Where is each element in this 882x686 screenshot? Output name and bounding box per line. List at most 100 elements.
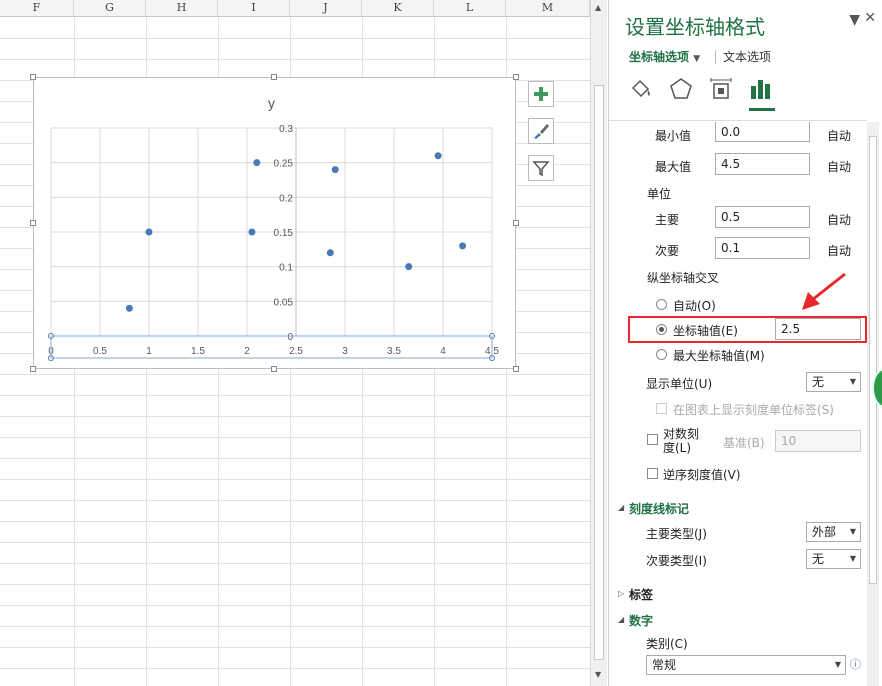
collapse-triangle-icon[interactable]: ◢ bbox=[618, 503, 624, 512]
min-label: 最小值 bbox=[655, 129, 692, 143]
minor-unit-field[interactable]: 0.1 bbox=[715, 237, 810, 259]
chart-title: y bbox=[268, 95, 275, 111]
labels-section-header[interactable]: 标签 bbox=[629, 586, 653, 603]
resize-handle-left[interactable] bbox=[30, 220, 36, 226]
log-scale-label: 对数刻度(L) bbox=[663, 427, 700, 455]
size-properties-icon bbox=[710, 78, 732, 99]
reverse-order-checkbox[interactable] bbox=[647, 468, 658, 479]
scroll-up-arrow-icon[interactable]: ▲ bbox=[595, 3, 601, 12]
fill-line-tab[interactable] bbox=[627, 76, 655, 104]
grid-row-line bbox=[0, 479, 590, 480]
bar-chart-icon bbox=[751, 80, 770, 99]
tick-marks-section-header[interactable]: 刻度线标记 bbox=[629, 500, 689, 517]
max-auto-button[interactable]: 自动 bbox=[827, 158, 851, 175]
show-unit-label-checkbox[interactable] bbox=[656, 403, 667, 414]
annotation-arrow-icon bbox=[802, 272, 846, 310]
max-value-field[interactable]: 4.5 bbox=[715, 153, 810, 175]
close-icon[interactable]: ✕ bbox=[864, 10, 876, 26]
major-unit-field[interactable]: 0.5 bbox=[715, 206, 810, 228]
resize-handle-top-left[interactable] bbox=[30, 74, 36, 80]
column-header-j[interactable]: J bbox=[290, 0, 362, 16]
column-header-m[interactable]: M bbox=[506, 0, 590, 16]
grid-row-line bbox=[0, 584, 590, 585]
log-scale-checkbox[interactable] bbox=[647, 434, 658, 445]
grid-row-line bbox=[0, 626, 590, 627]
grid-row-line bbox=[0, 374, 590, 375]
resize-handle-bottom-right[interactable] bbox=[513, 366, 519, 372]
info-icon[interactable]: ⓘ bbox=[850, 656, 861, 672]
pane-options-icon[interactable]: ▼ bbox=[849, 12, 860, 28]
data-point bbox=[253, 159, 261, 167]
axis-options-tab[interactable] bbox=[747, 76, 775, 104]
size-properties-tab[interactable] bbox=[707, 76, 735, 104]
log-base-label: 基准(B) bbox=[723, 436, 765, 450]
scrollbar-thumb[interactable] bbox=[594, 85, 604, 660]
chart-styles-button[interactable] bbox=[528, 118, 554, 144]
number-section-header[interactable]: 数字 bbox=[629, 612, 653, 629]
column-header-g[interactable]: G bbox=[74, 0, 146, 16]
x-tick-label: 3 bbox=[342, 346, 348, 357]
tab-text-options[interactable]: 文本选项 bbox=[723, 48, 771, 65]
x-tick-label: 4 bbox=[440, 346, 446, 357]
reverse-order-label: 逆序刻度值(V) bbox=[663, 468, 741, 482]
resize-handle-top[interactable] bbox=[271, 74, 277, 80]
column-header-h[interactable]: H bbox=[146, 0, 218, 16]
cross-max-radio[interactable] bbox=[656, 349, 667, 360]
resize-handle-bottom-left[interactable] bbox=[30, 366, 36, 372]
pane-scrollbar-thumb[interactable] bbox=[869, 136, 877, 584]
category-dropdown[interactable]: 常规 ▼ bbox=[646, 655, 846, 675]
grid-row-line bbox=[0, 542, 590, 543]
min-auto-button[interactable]: 自动 bbox=[827, 127, 851, 144]
divider bbox=[609, 120, 867, 121]
collapse-triangle-icon[interactable]: ◢ bbox=[618, 615, 624, 624]
display-units-dropdown[interactable]: 无 ▼ bbox=[806, 372, 861, 392]
sheet-vertical-scrollbar[interactable]: ▲ ▼ bbox=[590, 0, 607, 686]
minor-tick-type-value: 无 bbox=[812, 552, 825, 566]
major-tick-type-dropdown[interactable]: 外部 ▼ bbox=[806, 522, 861, 542]
resize-handle-right[interactable] bbox=[513, 220, 519, 226]
tab-axis-options[interactable]: 坐标轴选项 ▼ bbox=[629, 48, 700, 65]
vertical-axis-crosses-heading: 纵坐标轴交叉 bbox=[647, 271, 720, 285]
effects-tab[interactable] bbox=[667, 76, 695, 104]
x-tick-label: 2.5 bbox=[289, 346, 303, 357]
major-auto-button[interactable]: 自动 bbox=[827, 211, 851, 228]
resize-handle-top-right[interactable] bbox=[513, 74, 519, 80]
minor-tick-type-label: 次要类型(I) bbox=[646, 554, 707, 568]
expand-triangle-icon[interactable]: ▷ bbox=[618, 589, 624, 598]
add-chart-element-button[interactable] bbox=[528, 81, 554, 107]
y-tick-label: 0.2 bbox=[279, 193, 293, 204]
grid-row-line bbox=[0, 458, 590, 459]
category-value: 常规 bbox=[652, 658, 677, 672]
chart-filter-button[interactable] bbox=[528, 155, 554, 181]
column-header-f[interactable]: F bbox=[0, 0, 74, 16]
x-tick-label: 1.5 bbox=[191, 346, 205, 357]
scroll-down-arrow-icon[interactable]: ▼ bbox=[595, 670, 601, 679]
x-tick-label: 3.5 bbox=[387, 346, 401, 357]
chart-filter-icon bbox=[532, 161, 550, 177]
min-value-field[interactable]: 0.0 bbox=[715, 122, 810, 142]
grid-row-line bbox=[0, 395, 590, 396]
data-point bbox=[434, 152, 442, 160]
cross-auto-radio[interactable] bbox=[656, 299, 667, 310]
minor-auto-button[interactable]: 自动 bbox=[827, 242, 851, 259]
data-point bbox=[326, 249, 334, 257]
grid-row-line bbox=[0, 563, 590, 564]
column-header-l[interactable]: L bbox=[434, 0, 506, 16]
column-header-k[interactable]: K bbox=[362, 0, 434, 16]
log-base-field[interactable]: 10 bbox=[775, 430, 861, 452]
column-header-i[interactable]: I bbox=[218, 0, 290, 16]
pentagon-icon bbox=[670, 78, 692, 99]
data-point bbox=[331, 166, 339, 174]
grid-row-line bbox=[0, 647, 590, 648]
scatter-chart[interactable]: y 0 0.05 0.1 0.15 0.2 0.25 0.3 0 0.5 1 1.5 2 2.5 3 3.5 4… bbox=[33, 77, 516, 369]
active-tab-indicator bbox=[749, 108, 775, 111]
data-point bbox=[125, 304, 133, 312]
y-tick-label: 0.15 bbox=[274, 228, 294, 239]
major-unit-label: 主要 bbox=[655, 213, 680, 227]
minor-tick-type-dropdown[interactable]: 无 ▼ bbox=[806, 549, 861, 569]
cross-max-label: 最大坐标轴值(M) bbox=[673, 349, 765, 363]
resize-handle-bottom[interactable] bbox=[271, 366, 277, 372]
major-tick-type-label: 主要类型(J) bbox=[646, 527, 707, 541]
x-tick-label: 0.5 bbox=[93, 346, 107, 357]
minor-unit-label: 次要 bbox=[655, 244, 680, 258]
